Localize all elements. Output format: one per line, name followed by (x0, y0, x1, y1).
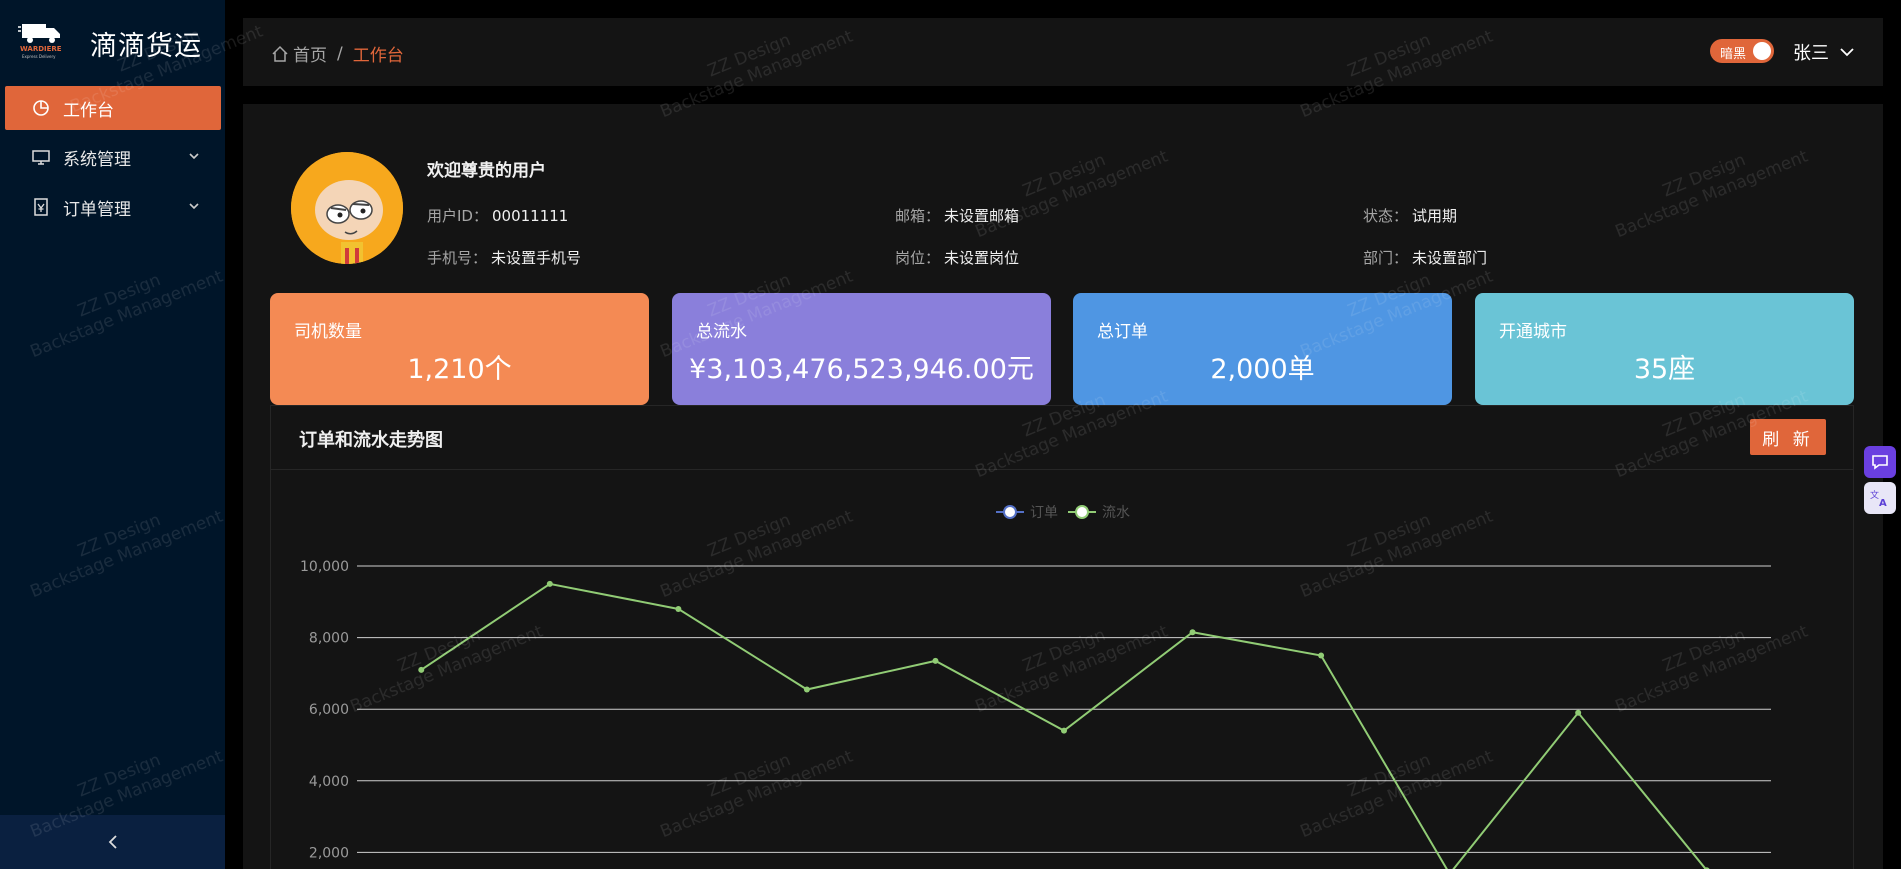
line-chart: 10,000 8,000 6,000 4,000 2,000 订单 流水 (300, 505, 1771, 869)
dept-value: 未设置部门 (1412, 249, 1488, 267)
chevron-left-icon (108, 835, 117, 849)
position-info: 岗位： 未设置岗位 (895, 247, 1019, 268)
feedback-float-button[interactable] (1864, 446, 1896, 478)
sidebar-item-label: 订单管理 (63, 199, 131, 220)
data-point (418, 666, 425, 673)
y-tick-label: 2,000 (309, 845, 349, 861)
stat-title: 司机数量 (294, 322, 362, 342)
app-root: WARDIERE Express Delivery 滴滴货运 工作台 系统管理 … (0, 0, 1901, 869)
logo-subtext: Express Delivery (22, 54, 56, 59)
pie-chart-icon (31, 98, 51, 118)
status-value: 试用期 (1412, 207, 1458, 225)
logo-text: WARDIERE (20, 45, 62, 53)
legend-marker (1003, 505, 1017, 519)
sidebar-item-label: 工作台 (63, 100, 114, 121)
user-id-info: 用户ID： 00011111 (427, 205, 568, 226)
phone-value: 未设置手机号 (491, 249, 582, 267)
status-label: 状态： (1363, 207, 1409, 225)
user-id-value: 00011111 (491, 207, 569, 225)
translate-icon: 文A (1870, 489, 1887, 508)
chart-panel-title: 订单和流水走势图 (299, 430, 443, 451)
data-point (675, 605, 682, 612)
sidebar: WARDIERE Express Delivery 滴滴货运 工作台 系统管理 … (0, 0, 225, 869)
top-header: 首页 / 工作台 暗黑 张三 (243, 18, 1883, 86)
dept-info: 部门： 未设置部门 (1363, 247, 1487, 268)
breadcrumb-separator: / (337, 43, 343, 64)
data-point (546, 580, 553, 587)
position-label: 岗位： (895, 249, 941, 267)
phone-info: 手机号： 未设置手机号 (427, 247, 581, 268)
data-point (932, 657, 939, 664)
stat-value: 1,210个 (407, 354, 512, 385)
sidebar-item-orders[interactable]: 订单管理 (5, 185, 221, 229)
y-tick-label: 10,000 (300, 559, 349, 575)
data-point (1061, 727, 1067, 734)
sidebar-collapse-button[interactable] (0, 815, 225, 869)
data-point (1189, 629, 1196, 636)
stat-title: 开通城市 (1499, 322, 1567, 342)
breadcrumb-current: 工作台 (352, 46, 404, 66)
logo: WARDIERE Express Delivery 滴滴货运 (0, 0, 225, 80)
order-icon (31, 197, 51, 217)
home-icon (272, 45, 288, 62)
avatar (291, 152, 403, 264)
stat-value: 2,000单 (1210, 354, 1315, 385)
dark-mode-toggle[interactable]: 暗黑 (1710, 39, 1774, 63)
position-value: 未设置岗位 (944, 249, 1020, 267)
user-dropdown[interactable]: 张三 (1793, 39, 1855, 65)
legend-label: 订单 (1030, 505, 1058, 521)
chat-icon (1872, 455, 1888, 470)
monitor-icon (31, 147, 51, 167)
translate-float-button[interactable]: 文A (1864, 482, 1896, 514)
chevron-down-icon (189, 153, 199, 160)
y-tick-label: 4,000 (309, 774, 349, 790)
status-info: 状态： 试用期 (1363, 205, 1457, 226)
data-point (1318, 652, 1325, 659)
stat-title: 总流水 (696, 322, 747, 342)
legend-marker (1075, 505, 1089, 519)
series-line (420, 582, 1707, 869)
legend-label: 流水 (1102, 505, 1130, 521)
main-content: 欢迎尊贵的用户 用户ID： 00011111 邮箱： 未设置邮箱 状态： 试用期 手机… (243, 104, 1883, 869)
app-title: 滴滴货运 (90, 31, 202, 62)
user-name: 张三 (1793, 43, 1829, 64)
phone-label: 手机号： (427, 249, 488, 267)
dark-mode-label: 暗黑 (1720, 47, 1747, 62)
truck-logo-icon: WARDIERE Express Delivery (18, 24, 62, 59)
stat-value: ¥3,103,476,523,946.00元 (689, 354, 1034, 385)
trend-chart-panel: 订单和流水走势图 刷 新 10,000 8,000 6,000 4,000 2,000 订… (270, 405, 1854, 869)
email-value: 未设置邮箱 (944, 207, 1020, 225)
chevron-down-icon (1840, 48, 1854, 57)
data-point (1575, 709, 1582, 716)
y-tick-label: 6,000 (309, 702, 349, 718)
sidebar-item-dashboard[interactable]: 工作台 (5, 86, 221, 130)
breadcrumb: 首页 / 工作台 (271, 41, 404, 66)
user-id-label: 用户ID： (427, 207, 488, 225)
sidebar-item-label: 系统管理 (63, 149, 131, 170)
stat-card-cities: 开通城市 35座 (1475, 293, 1854, 405)
email-label: 邮箱： (895, 207, 941, 225)
sidebar-item-system[interactable]: 系统管理 (5, 135, 221, 179)
stat-card-drivers: 司机数量 1,210个 (270, 293, 649, 405)
welcome-text: 欢迎尊贵的用户 (427, 161, 546, 181)
stat-card-orders: 总订单 2,000单 (1073, 293, 1452, 405)
refresh-button[interactable]: 刷 新 (1750, 419, 1826, 455)
stat-title: 总订单 (1097, 322, 1148, 342)
svg-text:文: 文 (1870, 489, 1879, 501)
chevron-down-icon (189, 203, 199, 210)
email-info: 邮箱： 未设置邮箱 (895, 205, 1019, 226)
svg-text:A: A (1879, 498, 1887, 508)
y-tick-label: 8,000 (309, 631, 349, 647)
dept-label: 部门： (1363, 249, 1409, 267)
toggle-knob (1753, 42, 1771, 60)
stat-card-revenue: 总流水 ¥3,103,476,523,946.00元 (672, 293, 1051, 405)
breadcrumb-home-link[interactable]: 首页 (293, 41, 327, 66)
stat-value: 35座 (1633, 354, 1696, 385)
data-point (803, 686, 810, 693)
chart-panel-header: 订单和流水走势图 刷 新 (271, 406, 1853, 470)
